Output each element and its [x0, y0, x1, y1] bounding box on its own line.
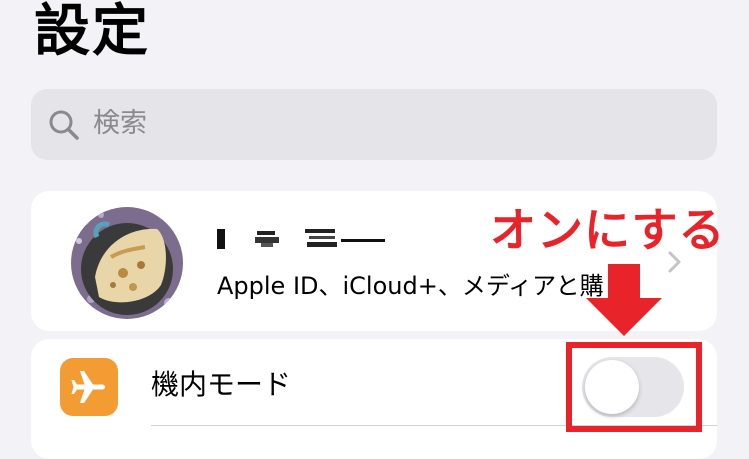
arrow-down-icon — [586, 264, 662, 336]
apple-id-subtitle: Apple ID、iCloud+、メディアと購 — [217, 272, 604, 300]
redacted-name — [217, 229, 385, 249]
search-placeholder: 検索 — [93, 108, 147, 139]
highlight-box — [566, 342, 702, 432]
page-title: 設定 — [34, 0, 150, 64]
airplane-icon — [60, 358, 118, 416]
search-icon — [49, 110, 79, 140]
annotation-label: オンにする — [490, 203, 726, 257]
search-bar[interactable]: 検索 — [31, 89, 717, 160]
avatar — [71, 207, 183, 319]
airplane-mode-label: 機内モード — [151, 368, 292, 401]
